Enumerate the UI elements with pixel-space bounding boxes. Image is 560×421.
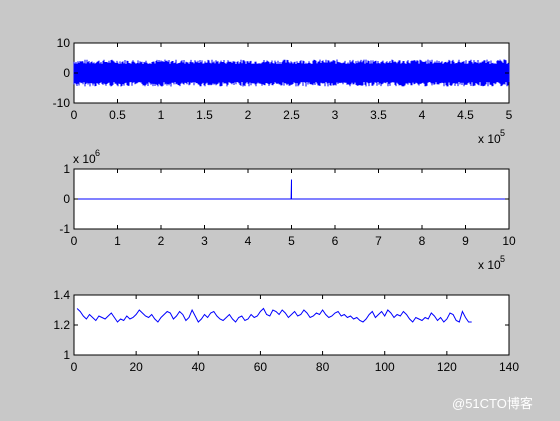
x-tick-label: 1.5 [196,108,213,122]
axes-bottom-frame [73,294,510,356]
x-tick-label: 0.5 [109,108,126,122]
x-tick-label: 1 [114,234,121,248]
x-tick-label: 4 [245,234,252,248]
watermark: @51CTO博客 [452,396,533,411]
y-tick-label: 0 [63,66,70,80]
x-tick-label: 9 [462,234,469,248]
x-tick-label: 40 [192,360,206,374]
y-tick-label: 1 [63,162,70,176]
x-tick-label: 7 [375,234,382,248]
x-tick-label: 100 [375,360,395,374]
y-tick-label: 10 [57,36,71,50]
y-tick-label: -10 [53,96,71,110]
x-tick-label: 0 [71,234,78,248]
x-tick-label: 2 [158,234,165,248]
axes-top: 0 0.5 1 1.5 2 2.5 3 3.5 4 4.5 5100-10 x 10 5 [53,36,513,146]
x-tick-label: 4.5 [457,108,474,122]
figure: 0 0.5 1 1.5 2 2.5 3 3.5 4 4.5 5100-10 x 10 5 01234… [53,36,533,411]
x-tick-label: 120 [437,360,457,374]
y-tick-label: 0 [63,192,70,206]
axes-bottom: 0 20 40 60 80 100 120 140 1.4 1.2 1 [53,288,519,374]
x-tick-label: 2 [245,108,252,122]
x-tick-label: 4 [419,108,426,122]
axes-top-x-exponent-power: 5 [500,128,505,138]
axes-top-x-exponent-base: x 10 [478,132,501,146]
x-tick-label: 5 [506,108,513,122]
x-tick-label: 0 [71,360,78,374]
y-tick-label: 1 [63,348,70,362]
y-tick-label: 1.2 [53,318,70,332]
y-tick-label: -1 [59,222,70,236]
x-tick-label: 60 [254,360,268,374]
x-tick-label: 3 [201,234,208,248]
x-tick-label: 8 [419,234,426,248]
x-tick-label: 5 [288,234,295,248]
x-tick-label: 80 [316,360,330,374]
axes-middle-x-exponent-base: x 10 [478,258,501,272]
x-tick-label: 20 [129,360,143,374]
x-tick-label: 1 [158,108,165,122]
axes-middle-y-exponent-power: 6 [95,148,100,158]
x-tick-label: 10 [502,234,516,248]
x-tick-label: 6 [332,234,339,248]
x-tick-label: 0 [71,108,78,122]
axes-middle-x-exponent-power: 5 [500,254,505,264]
axes-middle-y-exponent-base: x 10 [73,152,96,166]
x-tick-label: 140 [499,360,519,374]
axes-middle: 0 1 2 3 4 5 6 7 8 9 1010-1 x 10 6 x 10 5 [59,148,516,272]
y-tick-label: 1.4 [53,288,70,302]
x-tick-label: 3 [332,108,339,122]
x-tick-label: 2.5 [283,108,300,122]
x-tick-label: 3.5 [370,108,387,122]
